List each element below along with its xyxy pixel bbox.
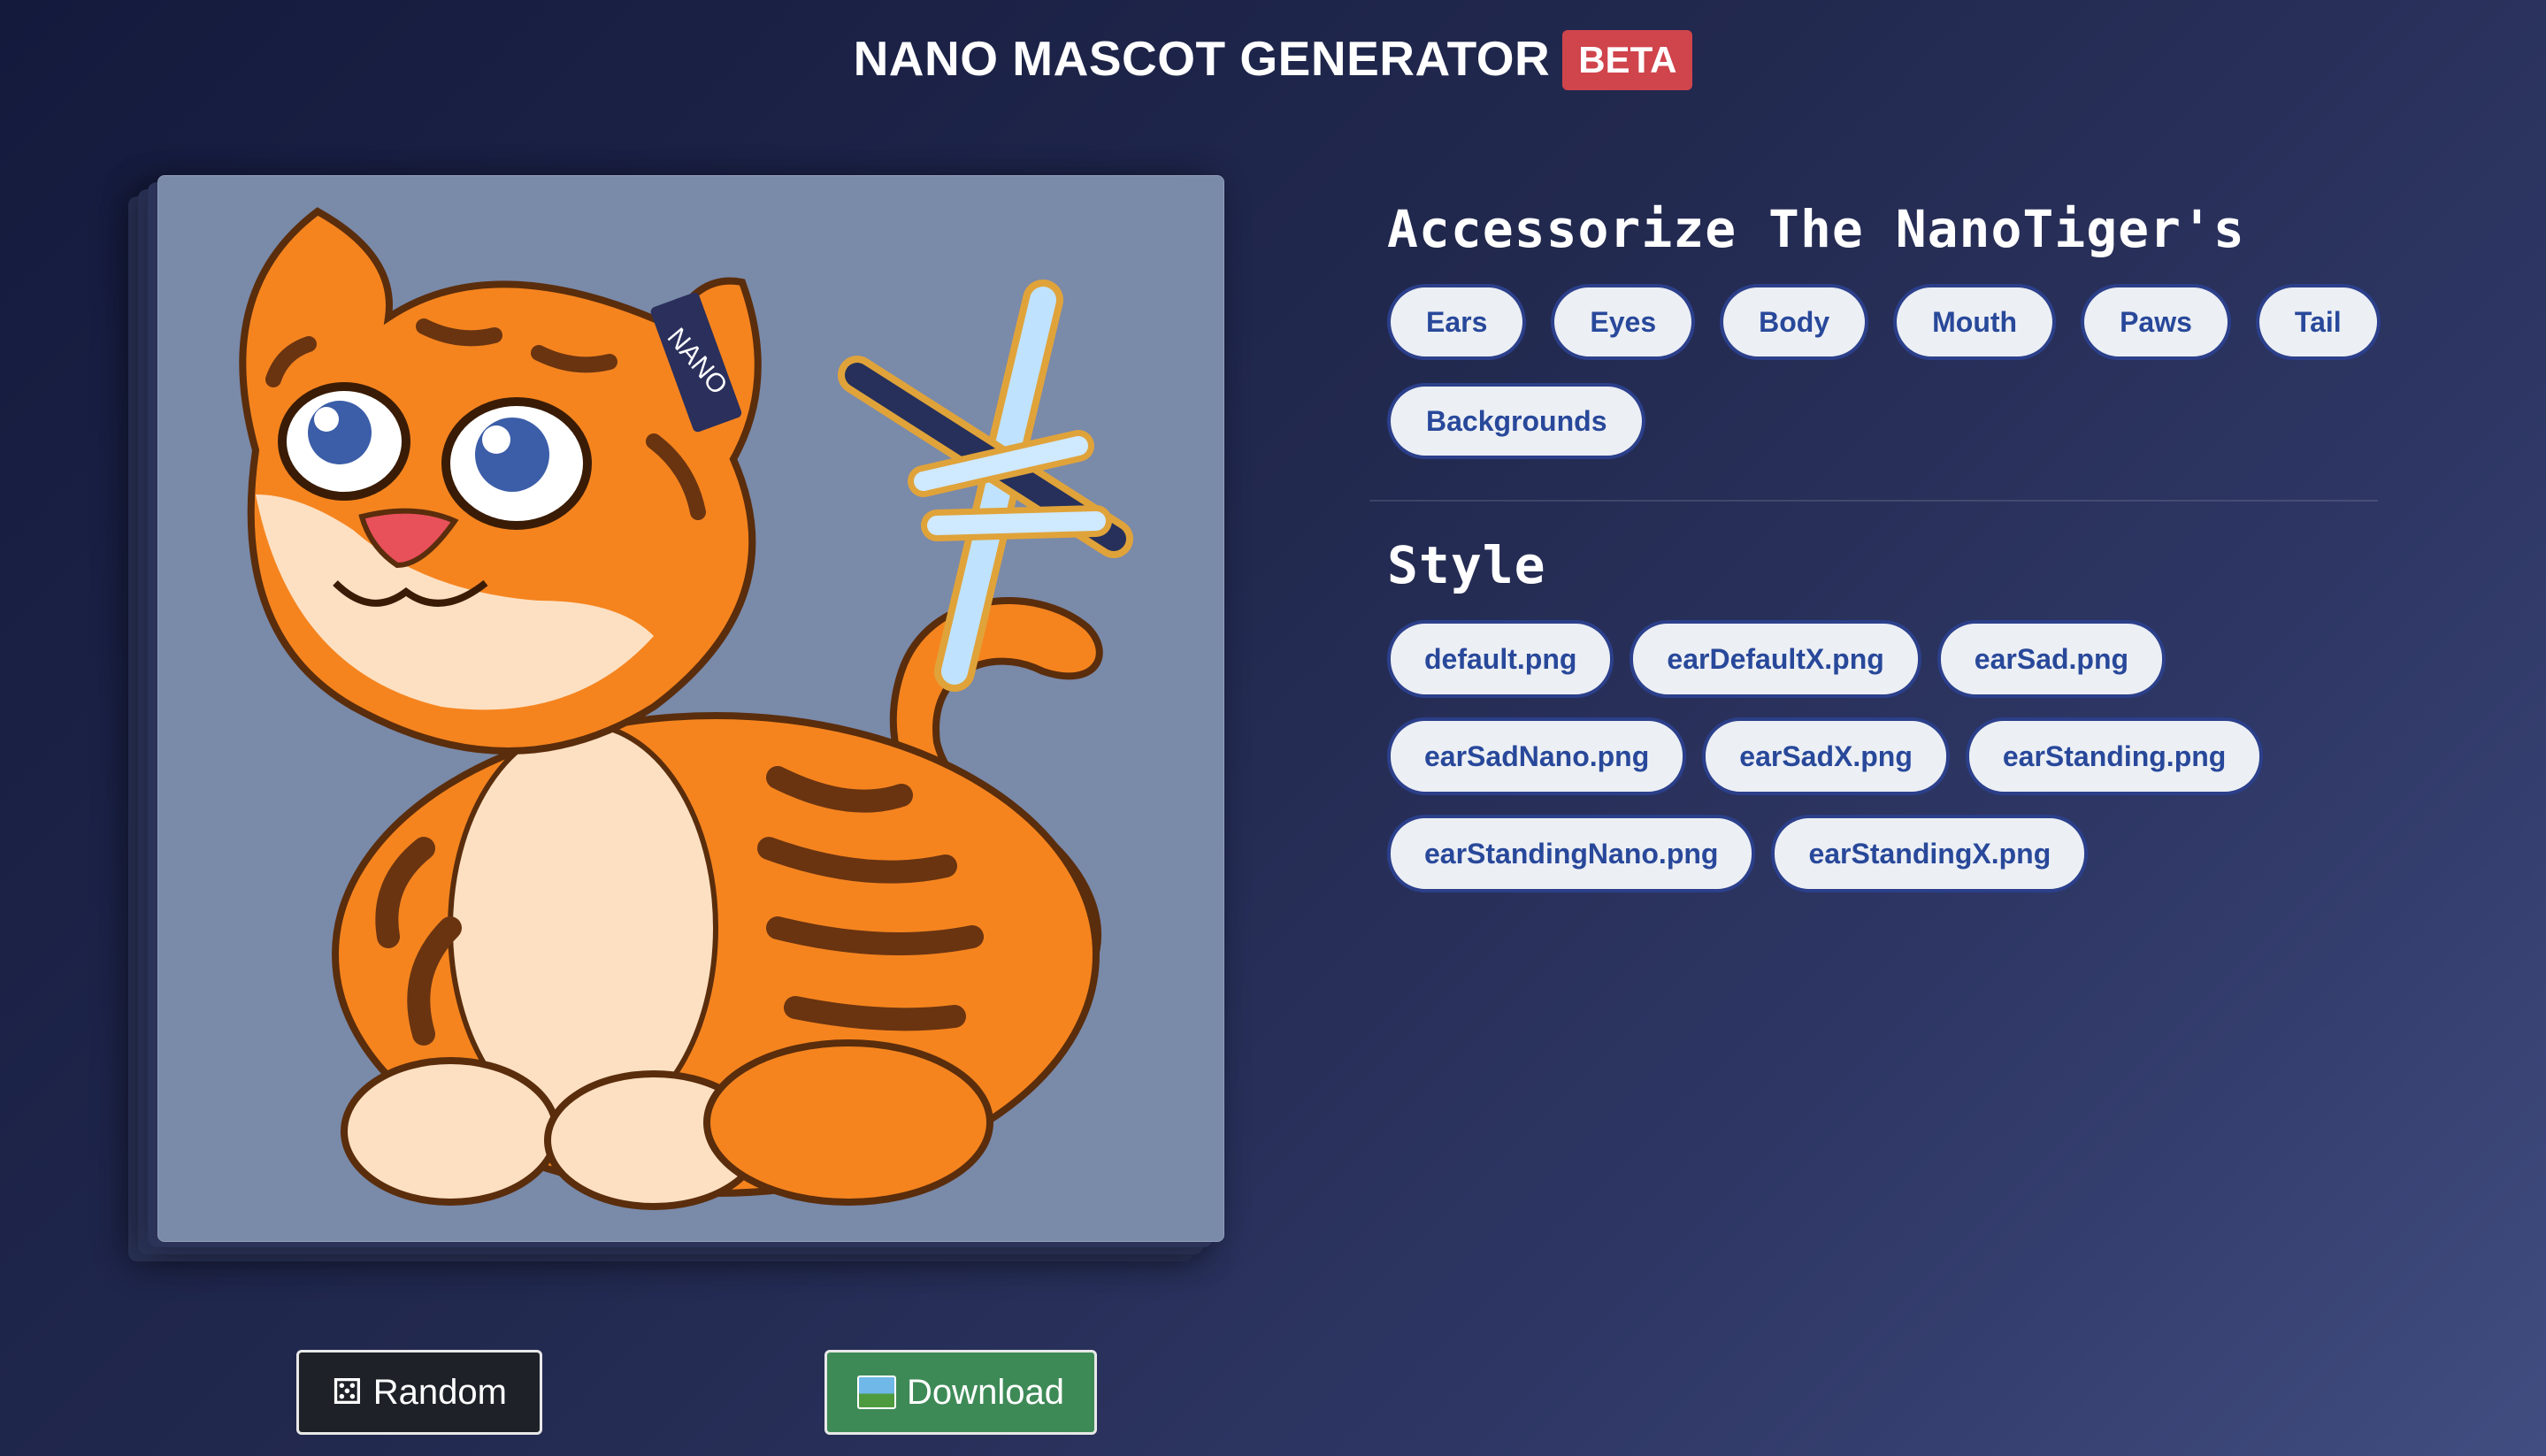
style-option-button[interactable]: earSadNano.png (1387, 717, 1687, 795)
tiger-front-paw (341, 1057, 560, 1206)
category-ears-button[interactable]: Ears (1387, 284, 1527, 360)
category-mouth-button[interactable]: Mouth (1893, 284, 2057, 360)
style-option-button[interactable]: earSadX.png (1702, 717, 1950, 795)
style-option-button[interactable]: earDefaultX.png (1630, 620, 1921, 698)
category-backgrounds-button[interactable]: Backgrounds (1387, 383, 1646, 459)
random-label: Random (372, 1372, 507, 1412)
tiger-mascot-image: NANO (239, 207, 1133, 1210)
category-body-button[interactable]: Body (1720, 284, 1869, 360)
picture-icon (857, 1376, 897, 1409)
style-chips: default.png earDefaultX.png earSad.png e… (1387, 620, 2382, 893)
beta-badge: BETA (1562, 30, 1693, 90)
category-tail-button[interactable]: Tail (2255, 284, 2381, 360)
category-eyes-button[interactable]: Eyes (1551, 284, 1696, 360)
dice-icon: ⚄ (332, 1373, 363, 1412)
customization-panel: Accessorize The NanoTiger's Ears Eyes Bo… (1369, 199, 2382, 893)
page-header: NANO MASCOT GENERATOR BETA (0, 23, 2546, 94)
mascot-preview: NANO (128, 175, 1224, 1261)
page-title: NANO MASCOT GENERATOR (853, 31, 1551, 86)
category-paws-button[interactable]: Paws (2081, 284, 2231, 360)
style-heading: Style (1387, 535, 1546, 595)
style-option-button[interactable]: earSad.png (1936, 620, 2166, 698)
style-option-button[interactable]: default.png (1387, 620, 1614, 698)
mascot-canvas: NANO (157, 175, 1224, 1242)
category-chips: Ears Eyes Body Mouth Paws Tail Backgroun… (1387, 284, 2382, 459)
style-option-button[interactable]: earStandingX.png (1771, 815, 2089, 893)
style-option-button[interactable]: earStandingNano.png (1387, 815, 1756, 893)
random-button[interactable]: ⚄ Random (296, 1350, 542, 1435)
download-button[interactable]: Download (824, 1350, 1097, 1435)
download-label: Download (907, 1372, 1064, 1412)
style-option-button[interactable]: earStanding.png (1965, 717, 2264, 795)
tiger-hind-leg (703, 1039, 993, 1206)
section-divider (1369, 500, 2378, 502)
accessorize-heading: Accessorize The NanoTiger's (1387, 199, 2245, 259)
